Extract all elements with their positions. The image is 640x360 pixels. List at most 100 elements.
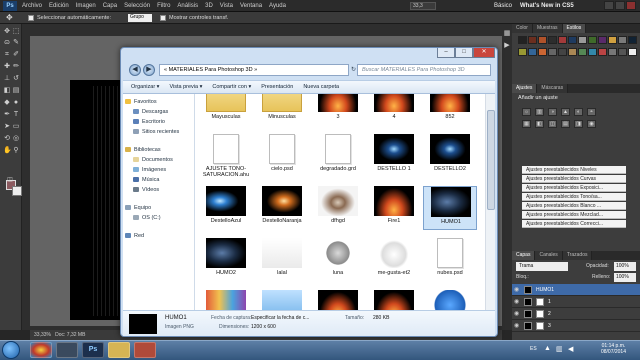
adjustment-icon[interactable]: ▦ <box>522 120 531 128</box>
close-button[interactable] <box>626 1 636 10</box>
style-swatch[interactable] <box>628 36 637 44</box>
menu-3d[interactable]: 3D <box>205 0 213 12</box>
photoshop-taskbar-icon[interactable]: Ps <box>82 342 104 358</box>
maximize-button[interactable] <box>615 1 625 10</box>
menu-archivo[interactable]: Archivo <box>22 0 42 12</box>
file-item[interactable]: lalal <box>255 238 309 282</box>
menu-ayuda[interactable]: Ayuda <box>269 0 286 12</box>
nav-drive-c[interactable]: OS (C:) <box>133 214 161 223</box>
explorer-taskbar-icon[interactable] <box>108 342 130 358</box>
healing-tool-icon[interactable]: ✚ <box>3 63 11 71</box>
date-value[interactable]: Especificar la fecha de c... <box>251 315 309 321</box>
preset-mezclador[interactable]: Ajustes preestablecidos Mezclad... <box>522 211 626 219</box>
style-swatch[interactable] <box>578 36 587 44</box>
vertical-scrollbar[interactable] <box>485 94 495 310</box>
minimize-button[interactable]: ‒ <box>437 48 455 58</box>
menu-ventana[interactable]: Ventana <box>240 0 262 12</box>
auto-select-checkbox[interactable] <box>28 15 34 21</box>
preset-niveles[interactable]: Ajustes preestablecidos Niveles <box>522 166 626 174</box>
file-item[interactable] <box>367 290 421 310</box>
stamp-tool-icon[interactable]: ⊥ <box>3 75 11 83</box>
search-input[interactable]: Buscar MATERIALES Para Photoshop 3D <box>357 64 491 76</box>
file-item[interactable]: 852 <box>423 94 477 126</box>
tab-trazados[interactable]: Trazados <box>562 251 593 260</box>
file-item[interactable]: 4 <box>367 94 421 126</box>
eyedropper-icon[interactable]: ✐ <box>12 51 20 59</box>
blur-tool-icon[interactable]: ◆ <box>3 99 11 107</box>
history-brush-icon[interactable]: ↺ <box>12 75 20 83</box>
maximize-button[interactable]: □ <box>455 48 473 58</box>
volume-icon[interactable]: ◀ <box>568 345 573 353</box>
zoom-field[interactable]: 33,3 <box>410 2 436 10</box>
brush-tool-icon[interactable]: ✏ <box>12 63 20 71</box>
style-swatch[interactable] <box>528 48 537 56</box>
shape-tool-icon[interactable]: ▭ <box>12 123 20 131</box>
style-swatch[interactable] <box>558 48 567 56</box>
menu-filtro[interactable]: Filtro <box>157 0 170 12</box>
tab-ajustes[interactable]: Ajustes <box>512 84 538 93</box>
style-swatch[interactable] <box>548 36 557 44</box>
nav-equipo[interactable]: Equipo <box>125 204 151 213</box>
file-item[interactable]: Minusculas <box>255 94 309 126</box>
text-tool-icon[interactable]: T <box>12 111 20 119</box>
dodge-tool-icon[interactable]: ● <box>12 99 20 107</box>
blend-mode-select[interactable]: Trama <box>516 262 568 271</box>
address-bar[interactable]: « MATERIALES Para Photoshop 3D » <box>159 64 349 76</box>
zoom-tool-icon[interactable]: ⚲ <box>12 147 20 155</box>
lasso-tool-icon[interactable]: ɷ <box>3 39 11 47</box>
nav-documentos[interactable]: Documentos <box>133 156 173 165</box>
style-swatch[interactable] <box>548 48 557 56</box>
nav-imagenes[interactable]: Imágenes <box>133 166 166 175</box>
layer-3[interactable]: ◉ 3 <box>512 320 640 332</box>
file-item[interactable]: DESTELLO 1 <box>367 134 421 178</box>
style-swatch[interactable] <box>538 48 547 56</box>
nav-videos[interactable]: Vídeos <box>133 186 159 195</box>
style-swatch[interactable] <box>538 36 547 44</box>
group-select[interactable]: Grupo <box>128 14 152 22</box>
whats-new-link[interactable]: What's New in CS5 <box>520 0 574 12</box>
style-swatch[interactable] <box>568 36 577 44</box>
style-swatch[interactable] <box>618 36 627 44</box>
file-item[interactable]: DestelloAzul <box>199 186 253 230</box>
adjustment-icon[interactable]: ▥ <box>535 108 544 116</box>
adjustment-icon[interactable]: ◐ <box>574 108 583 116</box>
style-swatch[interactable] <box>588 36 597 44</box>
file-item[interactable]: nubes.psd <box>423 238 477 282</box>
move-tool-icon[interactable]: ✥ <box>3 28 11 36</box>
file-item[interactable]: luna <box>311 238 365 282</box>
file-item[interactable]: DESTELLO2 <box>423 134 477 178</box>
actions-panel-icon[interactable]: ▶ <box>503 42 511 50</box>
style-swatch[interactable] <box>558 36 567 44</box>
eye-icon[interactable]: ◉ <box>514 323 520 329</box>
nav-favorites[interactable]: Favoritos <box>125 98 157 107</box>
chrome-icon[interactable] <box>30 342 52 358</box>
adjustment-icon[interactable]: ◓ <box>587 108 596 116</box>
file-item[interactable] <box>423 290 477 310</box>
background-color-swatch[interactable] <box>12 186 22 196</box>
preset-exposicion[interactable]: Ajustes preestablecidos Exposici... <box>522 184 626 192</box>
menu-seleccion[interactable]: Selección <box>124 0 150 12</box>
move-tool-icon[interactable]: ✥ <box>6 12 13 24</box>
layer-humo1[interactable]: ◉ HUMO1 <box>512 284 640 296</box>
menu-edicion[interactable]: Edición <box>49 0 69 12</box>
menu-vista[interactable]: Vista <box>220 0 233 12</box>
organize-button[interactable]: Organizar ▾ <box>131 81 159 93</box>
file-item[interactable]: HUMO2 <box>199 238 253 282</box>
3d-rotate-icon[interactable]: ⟲ <box>3 135 11 143</box>
style-swatch[interactable] <box>578 48 587 56</box>
file-item[interactable]: me-gusta-et2 <box>367 238 421 282</box>
nav-bibliotecas[interactable]: Bibliotecas <box>125 146 161 155</box>
nav-musica[interactable]: Música <box>133 176 159 185</box>
layer-1[interactable]: ◉ 1 <box>512 296 640 308</box>
crop-tool-icon[interactable]: ⌗ <box>3 51 11 59</box>
style-swatch[interactable] <box>518 48 527 56</box>
pen-tool-icon[interactable]: ✒ <box>3 111 11 119</box>
file-item[interactable]: cielo.psd <box>255 134 309 178</box>
workspace-basico[interactable]: Básico <box>494 0 512 12</box>
media-icon[interactable] <box>56 342 78 358</box>
file-item[interactable] <box>199 290 253 310</box>
nav-red[interactable]: Red <box>125 232 144 241</box>
file-item[interactable]: HUMO1 <box>423 186 477 230</box>
file-item[interactable] <box>311 290 365 310</box>
eraser-tool-icon[interactable]: ◧ <box>3 87 11 95</box>
